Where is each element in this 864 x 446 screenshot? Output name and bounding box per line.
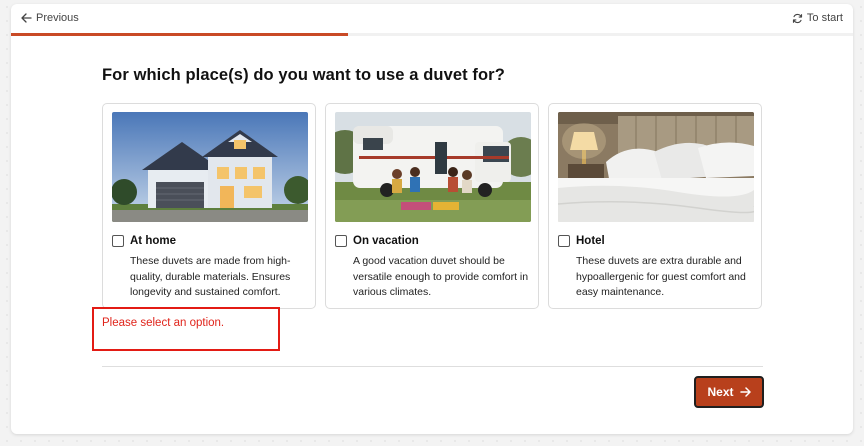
camper-photo	[335, 112, 531, 222]
quiz-panel: Previous To start For which place(s) do …	[11, 4, 853, 434]
option-title: At home	[130, 235, 176, 247]
option-description: A good vacation duvet should be versatil…	[353, 255, 529, 298]
hotel-bed-photo	[558, 112, 754, 222]
option-title: On vacation	[353, 235, 419, 247]
checkbox-hotel[interactable]	[558, 235, 570, 247]
option-card-on-vacation[interactable]: On vacation A good vacation duvet should…	[325, 103, 539, 309]
arrow-left-icon	[21, 13, 32, 23]
previous-button[interactable]: Previous	[21, 12, 79, 24]
option-row-hotel: Hotel	[558, 235, 605, 247]
progress-bar	[11, 33, 853, 36]
to-start-button[interactable]: To start	[792, 12, 843, 24]
arrow-right-icon	[739, 387, 751, 397]
previous-label: Previous	[36, 12, 79, 24]
option-row-on-vacation: On vacation	[335, 235, 419, 247]
next-button[interactable]: Next	[694, 376, 764, 408]
progress-bar-fill	[11, 33, 348, 36]
top-nav-bar: Previous To start	[11, 4, 853, 34]
option-description: These duvets are extra durable and hypoa…	[576, 255, 746, 298]
question-title: For which place(s) do you want to use a …	[102, 66, 505, 84]
to-start-label: To start	[806, 12, 843, 24]
next-label: Next	[707, 385, 734, 399]
footer-divider	[102, 366, 763, 367]
house-photo	[112, 112, 308, 222]
refresh-icon	[792, 13, 803, 23]
option-title: Hotel	[576, 235, 605, 247]
option-card-at-home[interactable]: At home These duvets are made from high-…	[102, 103, 316, 309]
error-highlight-box	[92, 307, 280, 351]
checkbox-at-home[interactable]	[112, 235, 124, 247]
option-card-hotel[interactable]: Hotel These duvets are extra durable and…	[548, 103, 762, 309]
option-description: These duvets are made from high-quality,…	[130, 255, 291, 298]
option-row-at-home: At home	[112, 235, 176, 247]
checkbox-on-vacation[interactable]	[335, 235, 347, 247]
